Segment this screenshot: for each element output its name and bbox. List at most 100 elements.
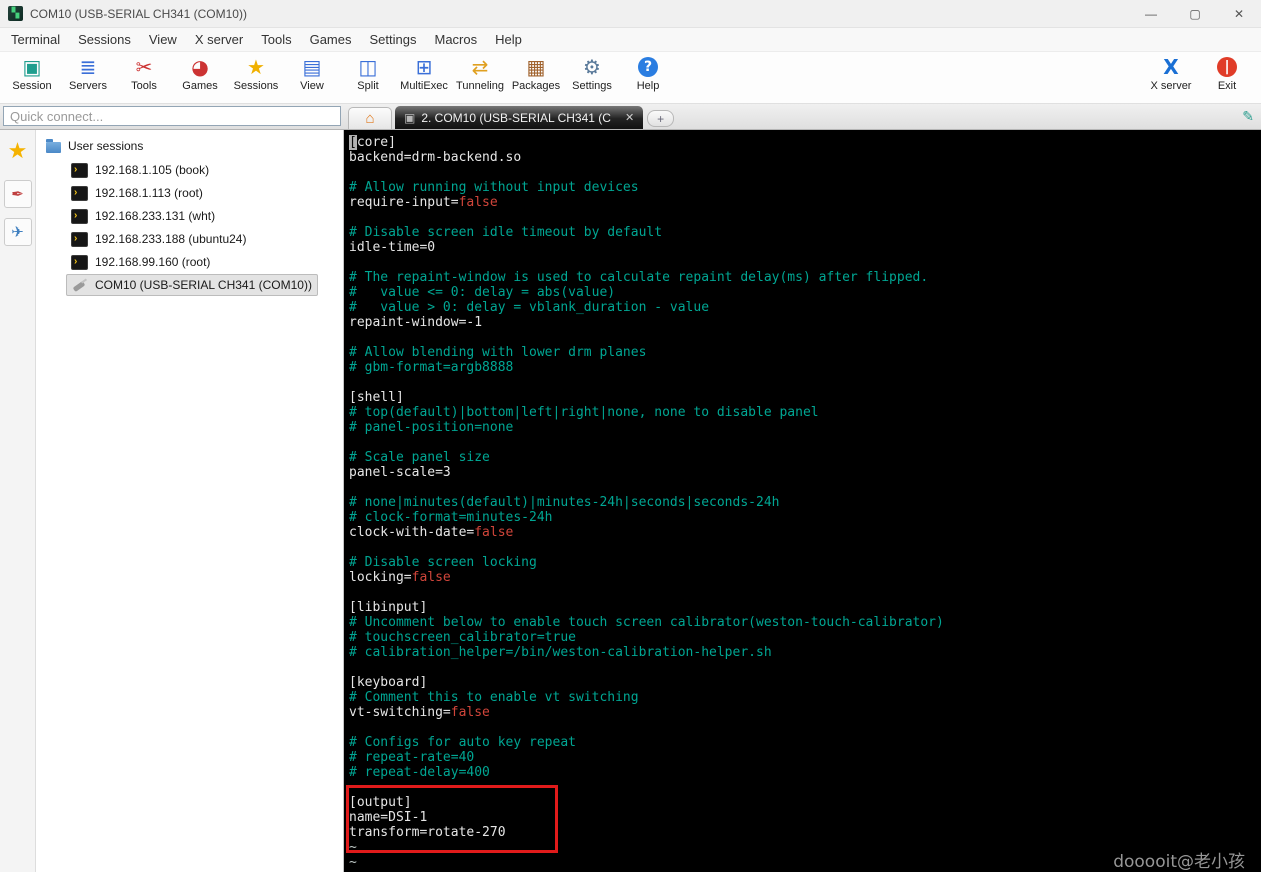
terminal-line: [shell] <box>349 390 404 405</box>
maximize-button[interactable]: ▢ <box>1173 0 1217 27</box>
terminal-line: # Disable screen idle timeout by default <box>349 225 663 240</box>
menu-item-sessions[interactable]: Sessions <box>69 29 140 50</box>
toolbar-button-tunneling[interactable]: ⇄ Tunneling <box>452 55 508 103</box>
toolbar-button-exit[interactable]: | Exit <box>1199 55 1255 103</box>
toolbar-button-settings[interactable]: ⚙ Settings <box>564 55 620 103</box>
terminal-line: # Uncomment below to enable touch screen… <box>349 615 944 630</box>
terminal-prompt-mark: › <box>74 255 78 267</box>
toolbar-button-packages[interactable]: ▦ Packages <box>508 55 564 103</box>
terminal-line: # Comment this to enable vt switching <box>349 690 639 705</box>
toolbar-button-split[interactable]: ◫ Split <box>340 55 396 103</box>
terminal-line: locking=false <box>349 570 451 585</box>
toolbar-button-multiexec[interactable]: ⊞ MultiExec <box>396 55 452 103</box>
quick-connect-input[interactable] <box>3 106 341 126</box>
tree-item-192-168-99-160-root[interactable]: › 192.168.99.160 (root) <box>66 251 215 273</box>
favorites-star-icon[interactable]: ★ <box>8 140 28 162</box>
toolbar-button-session[interactable]: ▣ Session <box>4 55 60 103</box>
side-strip: ★ ✒ ✈ <box>0 130 36 872</box>
session-tree-items: › 192.168.1.105 (book) › 192.168.1.113 (roo… <box>40 159 339 296</box>
tab-terminal-active[interactable]: ▣ 2. COM10 (USB-SERIAL CH341 (C ✕ <box>395 106 644 129</box>
sessions-icon: ★ <box>247 55 265 79</box>
terminal-prompt-mark: › <box>74 209 78 221</box>
menu-item-macros[interactable]: Macros <box>425 29 486 50</box>
tools-panel-button[interactable]: ✒ <box>3 180 32 208</box>
terminal-line: # Scale panel size <box>349 450 490 465</box>
menu-item-tools[interactable]: Tools <box>252 29 300 50</box>
terminal-line: # Allow blending with lower drm planes <box>349 345 647 360</box>
toolbar-left: ▣ Session ≣ Servers ✂ Tools ◕ Games ★ Sessions ▤ Vi… <box>4 55 676 103</box>
toolbar-button-tools[interactable]: ✂ Tools <box>116 55 172 103</box>
tab-label: 2. COM10 (USB-SERIAL CH341 (C <box>421 110 611 125</box>
tab-home[interactable]: ⌂ <box>348 107 392 129</box>
terminal-line: [core] <box>349 135 396 150</box>
terminal[interactable]: [core] backend=drm-backend.so # Allow runn… <box>344 130 1261 872</box>
macros-panel-button[interactable]: ✈ <box>3 218 32 246</box>
help-icon: ? <box>638 57 658 77</box>
terminal-line: # none|minutes(default)|minutes-24h|seco… <box>349 495 780 510</box>
terminal-line: clock-with-date=false <box>349 525 514 540</box>
tab-close-icon[interactable]: ✕ <box>625 111 634 124</box>
menu-item-help[interactable]: Help <box>486 29 531 50</box>
tree-item-192-168-233-188-ubuntu24[interactable]: › 192.168.233.188 (ubuntu24) <box>66 228 251 250</box>
session-label: 192.168.1.113 (root) <box>95 186 203 200</box>
home-icon: ⌂ <box>365 110 375 127</box>
mid-bar: ⌂ ▣ 2. COM10 (USB-SERIAL CH341 (C ✕ + ✎ <box>0 104 1261 130</box>
terminal-line: repaint-window=-1 <box>349 315 483 330</box>
games-icon: ◕ <box>191 55 209 79</box>
toolbar-label: Packages <box>511 80 561 92</box>
menu-item-view[interactable]: View <box>140 29 186 50</box>
menu-item-terminal[interactable]: Terminal <box>2 29 69 50</box>
terminal-prompt-mark: › <box>74 186 78 198</box>
terminal-line: # Disable screen locking <box>349 555 537 570</box>
close-button[interactable]: ✕ <box>1217 0 1261 27</box>
menu-item-x-server[interactable]: X server <box>186 29 252 50</box>
watermark: dooooit@老小孩 <box>1113 852 1245 872</box>
toolbar-button-x-server[interactable]: XX server <box>1143 55 1199 103</box>
toolbar-label: Sessions <box>233 80 279 92</box>
toolbar-label: View <box>300 80 324 92</box>
tree-root-user-sessions[interactable]: User sessions <box>40 136 339 158</box>
minimize-button[interactable]: — <box>1129 0 1173 27</box>
tab-bar: ⌂ ▣ 2. COM10 (USB-SERIAL CH341 (C ✕ + ✎ <box>344 104 1261 129</box>
session-label: 192.168.1.105 (book) <box>95 163 210 177</box>
title-bar: ▚ COM10 (USB-SERIAL CH341 (COM10)) — ▢ ✕ <box>0 0 1261 28</box>
menu-item-games[interactable]: Games <box>301 29 361 50</box>
toolbar-button-games[interactable]: ◕ Games <box>172 55 228 103</box>
app-logo-icon: ▚ <box>8 6 23 21</box>
settings-icon: ⚙ <box>583 55 601 79</box>
pen-icon[interactable]: ✎ <box>1242 108 1254 125</box>
terminal-line: panel-scale=3 <box>349 465 451 480</box>
terminal-tab-icon: ▣ <box>404 110 416 125</box>
terminal-line: require-input=false <box>349 195 498 210</box>
toolbar-button-help[interactable]: ? Help <box>620 55 676 103</box>
toolbar-button-sessions[interactable]: ★ Sessions <box>228 55 284 103</box>
terminal-line: # value <= 0: delay = abs(value) <box>349 285 616 300</box>
tree-item-com10-usb-serial-ch341-com10[interactable]: COM10 (USB-SERIAL CH341 (COM10)) <box>66 274 318 296</box>
terminal-line: # The repaint-window is used to calculat… <box>349 270 929 285</box>
toolbar-label: Exit <box>1217 80 1237 92</box>
session-label: 192.168.99.160 (root) <box>95 255 211 269</box>
multiexec-icon: ⊞ <box>415 55 433 79</box>
tree-item-192-168-1-113-root[interactable]: › 192.168.1.113 (root) <box>66 182 208 204</box>
menu-item-settings[interactable]: Settings <box>361 29 426 50</box>
new-tab-button[interactable]: + <box>647 110 675 127</box>
terminal-line: # gbm-format=argb8888 <box>349 360 514 375</box>
window-title: COM10 (USB-SERIAL CH341 (COM10)) <box>30 6 247 21</box>
view-icon: ▤ <box>302 55 322 79</box>
ssh-session-icon: › <box>71 162 88 178</box>
toolbar-button-view[interactable]: ▤ View <box>284 55 340 103</box>
tree-item-192-168-1-105-book[interactable]: › 192.168.1.105 (book) <box>66 159 214 181</box>
session-tree: User sessions › 192.168.1.105 (book) › 192.… <box>36 130 344 872</box>
terminal-line: # Configs for auto key repeat <box>349 735 576 750</box>
terminal-line: # Allow running without input devices <box>349 180 639 195</box>
servers-icon: ≣ <box>79 55 97 79</box>
tree-item-192-168-233-131-wht[interactable]: › 192.168.233.131 (wht) <box>66 205 220 227</box>
toolbar-button-servers[interactable]: ≣ Servers <box>60 55 116 103</box>
